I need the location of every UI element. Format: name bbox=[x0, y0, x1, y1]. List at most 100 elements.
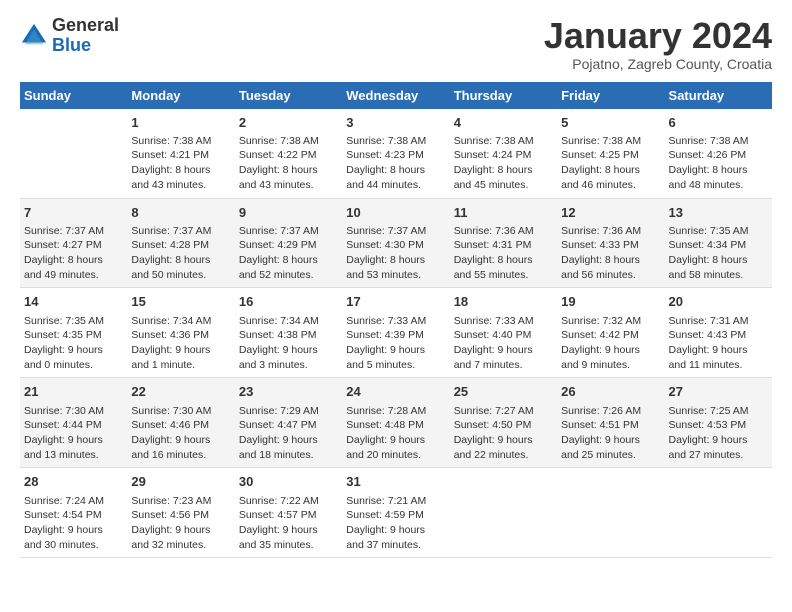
day-number: 5 bbox=[561, 114, 660, 132]
calendar-cell bbox=[665, 468, 772, 558]
calendar-cell: 27 Sunrise: 7:25 AM Sunset: 4:53 PM Dayli… bbox=[665, 378, 772, 468]
weekday-header-wednesday: Wednesday bbox=[342, 82, 449, 109]
day-info: Sunrise: 7:25 AM Sunset: 4:53 PM Dayligh… bbox=[669, 404, 768, 463]
calendar-cell: 17Sunrise: 7:33 AM Sunset: 4:39 PM Dayli… bbox=[342, 288, 449, 378]
day-number: 24 bbox=[346, 383, 445, 401]
calendar-cell: 9 Sunrise: 7:37 AM Sunset: 4:29 PM Daylig… bbox=[235, 198, 342, 288]
logo: General Blue bbox=[20, 16, 119, 56]
day-info: Sunrise: 7:34 AM Sunset: 4:36 PM Dayligh… bbox=[131, 314, 230, 373]
weekday-header-saturday: Saturday bbox=[665, 82, 772, 109]
day-info: Sunrise: 7:38 AM Sunset: 4:25 PM Dayligh… bbox=[561, 134, 660, 193]
weekday-header-thursday: Thursday bbox=[450, 82, 557, 109]
calendar-cell: 5 Sunrise: 7:38 AM Sunset: 4:25 PM Daylig… bbox=[557, 109, 664, 198]
week-row-4: 28Sunrise: 7:24 AM Sunset: 4:54 PM Dayli… bbox=[20, 468, 772, 558]
day-info: Sunrise: 7:29 AM Sunset: 4:47 PM Dayligh… bbox=[239, 404, 338, 463]
weekday-header-row: SundayMondayTuesdayWednesdayThursdayFrid… bbox=[20, 82, 772, 109]
day-number: 22 bbox=[131, 383, 230, 401]
calendar-cell: 16 Sunrise: 7:34 AM Sunset: 4:38 PM Dayli… bbox=[235, 288, 342, 378]
day-number: 25 bbox=[454, 383, 553, 401]
day-number: 3 bbox=[346, 114, 445, 132]
calendar-cell: 18Sunrise: 7:33 AM Sunset: 4:40 PM Dayli… bbox=[450, 288, 557, 378]
day-info: Sunrise: 7:21 AM Sunset: 4:59 PM Dayligh… bbox=[346, 494, 445, 553]
day-info: Sunrise: 7:23 AM Sunset: 4:56 PM Dayligh… bbox=[131, 494, 230, 553]
calendar-cell: 3 Sunrise: 7:38 AM Sunset: 4:23 PM Daylig… bbox=[342, 109, 449, 198]
day-number: 31 bbox=[346, 473, 445, 491]
calendar-cell: 24 Sunrise: 7:28 AM Sunset: 4:48 PM Dayli… bbox=[342, 378, 449, 468]
calendar-table: SundayMondayTuesdayWednesdayThursdayFrid… bbox=[20, 82, 772, 559]
calendar-cell: 1Sunrise: 7:38 AM Sunset: 4:21 PM Daylig… bbox=[127, 109, 234, 198]
day-info: Sunrise: 7:30 AM Sunset: 4:44 PM Dayligh… bbox=[24, 404, 123, 463]
day-number: 21 bbox=[24, 383, 123, 401]
week-row-2: 14 Sunrise: 7:35 AM Sunset: 4:35 PM Dayli… bbox=[20, 288, 772, 378]
calendar-cell bbox=[20, 109, 127, 198]
calendar-cell: 15 Sunrise: 7:34 AM Sunset: 4:36 PM Dayli… bbox=[127, 288, 234, 378]
logo-icon bbox=[20, 22, 48, 50]
title-block: January 2024 Pojatno, Zagreb County, Cro… bbox=[544, 16, 772, 72]
calendar-cell: 7Sunrise: 7:37 AM Sunset: 4:27 PM Daylig… bbox=[20, 198, 127, 288]
day-number: 11 bbox=[454, 204, 553, 222]
day-info: Sunrise: 7:37 AM Sunset: 4:27 PM Dayligh… bbox=[24, 224, 123, 283]
calendar-cell: 28Sunrise: 7:24 AM Sunset: 4:54 PM Dayli… bbox=[20, 468, 127, 558]
day-info: Sunrise: 7:31 AM Sunset: 4:43 PM Dayligh… bbox=[669, 314, 768, 373]
day-info: Sunrise: 7:37 AM Sunset: 4:29 PM Dayligh… bbox=[239, 224, 338, 283]
calendar-cell: 6 Sunrise: 7:38 AM Sunset: 4:26 PM Daylig… bbox=[665, 109, 772, 198]
day-number: 12 bbox=[561, 204, 660, 222]
day-info: Sunrise: 7:38 AM Sunset: 4:26 PM Dayligh… bbox=[669, 134, 768, 193]
day-info: Sunrise: 7:32 AM Sunset: 4:42 PM Dayligh… bbox=[561, 314, 660, 373]
day-number: 28 bbox=[24, 473, 123, 491]
page-header: General Blue January 2024 Pojatno, Zagre… bbox=[20, 16, 772, 72]
location-subtitle: Pojatno, Zagreb County, Croatia bbox=[544, 56, 772, 72]
day-number: 8 bbox=[131, 204, 230, 222]
calendar-cell bbox=[450, 468, 557, 558]
day-info: Sunrise: 7:30 AM Sunset: 4:46 PM Dayligh… bbox=[131, 404, 230, 463]
day-info: Sunrise: 7:38 AM Sunset: 4:22 PM Dayligh… bbox=[239, 134, 338, 193]
weekday-header-monday: Monday bbox=[127, 82, 234, 109]
day-info: Sunrise: 7:37 AM Sunset: 4:30 PM Dayligh… bbox=[346, 224, 445, 283]
day-info: Sunrise: 7:34 AM Sunset: 4:38 PM Dayligh… bbox=[239, 314, 338, 373]
week-row-1: 7Sunrise: 7:37 AM Sunset: 4:27 PM Daylig… bbox=[20, 198, 772, 288]
week-row-3: 21 Sunrise: 7:30 AM Sunset: 4:44 PM Dayli… bbox=[20, 378, 772, 468]
calendar-cell: 14 Sunrise: 7:35 AM Sunset: 4:35 PM Dayli… bbox=[20, 288, 127, 378]
calendar-cell: 2 Sunrise: 7:38 AM Sunset: 4:22 PM Daylig… bbox=[235, 109, 342, 198]
day-info: Sunrise: 7:35 AM Sunset: 4:34 PM Dayligh… bbox=[669, 224, 768, 283]
day-info: Sunrise: 7:26 AM Sunset: 4:51 PM Dayligh… bbox=[561, 404, 660, 463]
day-number: 2 bbox=[239, 114, 338, 132]
day-number: 27 bbox=[669, 383, 768, 401]
month-title: January 2024 bbox=[544, 16, 772, 56]
day-number: 4 bbox=[454, 114, 553, 132]
day-number: 19 bbox=[561, 293, 660, 311]
calendar-cell: 11 Sunrise: 7:36 AM Sunset: 4:31 PM Dayli… bbox=[450, 198, 557, 288]
day-number: 23 bbox=[239, 383, 338, 401]
logo-text: General Blue bbox=[52, 16, 119, 56]
day-number: 9 bbox=[239, 204, 338, 222]
calendar-cell: 30 Sunrise: 7:22 AM Sunset: 4:57 PM Dayli… bbox=[235, 468, 342, 558]
day-number: 13 bbox=[669, 204, 768, 222]
day-number: 30 bbox=[239, 473, 338, 491]
calendar-cell: 31 Sunrise: 7:21 AM Sunset: 4:59 PM Dayli… bbox=[342, 468, 449, 558]
day-number: 10 bbox=[346, 204, 445, 222]
day-info: Sunrise: 7:35 AM Sunset: 4:35 PM Dayligh… bbox=[24, 314, 123, 373]
weekday-header-sunday: Sunday bbox=[20, 82, 127, 109]
day-number: 15 bbox=[131, 293, 230, 311]
day-info: Sunrise: 7:38 AM Sunset: 4:23 PM Dayligh… bbox=[346, 134, 445, 193]
day-info: Sunrise: 7:28 AM Sunset: 4:48 PM Dayligh… bbox=[346, 404, 445, 463]
day-info: Sunrise: 7:37 AM Sunset: 4:28 PM Dayligh… bbox=[131, 224, 230, 283]
calendar-cell: 21 Sunrise: 7:30 AM Sunset: 4:44 PM Dayli… bbox=[20, 378, 127, 468]
calendar-cell: 8 Sunrise: 7:37 AM Sunset: 4:28 PM Daylig… bbox=[127, 198, 234, 288]
day-number: 14 bbox=[24, 293, 123, 311]
day-info: Sunrise: 7:36 AM Sunset: 4:33 PM Dayligh… bbox=[561, 224, 660, 283]
calendar-cell: 13 Sunrise: 7:35 AM Sunset: 4:34 PM Dayli… bbox=[665, 198, 772, 288]
day-number: 16 bbox=[239, 293, 338, 311]
calendar-cell: 12 Sunrise: 7:36 AM Sunset: 4:33 PM Dayli… bbox=[557, 198, 664, 288]
weekday-header-tuesday: Tuesday bbox=[235, 82, 342, 109]
day-info: Sunrise: 7:22 AM Sunset: 4:57 PM Dayligh… bbox=[239, 494, 338, 553]
day-info: Sunrise: 7:36 AM Sunset: 4:31 PM Dayligh… bbox=[454, 224, 553, 283]
calendar-cell: 10 Sunrise: 7:37 AM Sunset: 4:30 PM Dayli… bbox=[342, 198, 449, 288]
day-info: Sunrise: 7:38 AM Sunset: 4:24 PM Dayligh… bbox=[454, 134, 553, 193]
calendar-cell: 29Sunrise: 7:23 AM Sunset: 4:56 PM Dayli… bbox=[127, 468, 234, 558]
calendar-cell: 19 Sunrise: 7:32 AM Sunset: 4:42 PM Dayli… bbox=[557, 288, 664, 378]
day-info: Sunrise: 7:33 AM Sunset: 4:39 PM Dayligh… bbox=[346, 314, 445, 373]
day-info: Sunrise: 7:33 AM Sunset: 4:40 PM Dayligh… bbox=[454, 314, 553, 373]
day-number: 6 bbox=[669, 114, 768, 132]
calendar-cell: 26Sunrise: 7:26 AM Sunset: 4:51 PM Dayli… bbox=[557, 378, 664, 468]
